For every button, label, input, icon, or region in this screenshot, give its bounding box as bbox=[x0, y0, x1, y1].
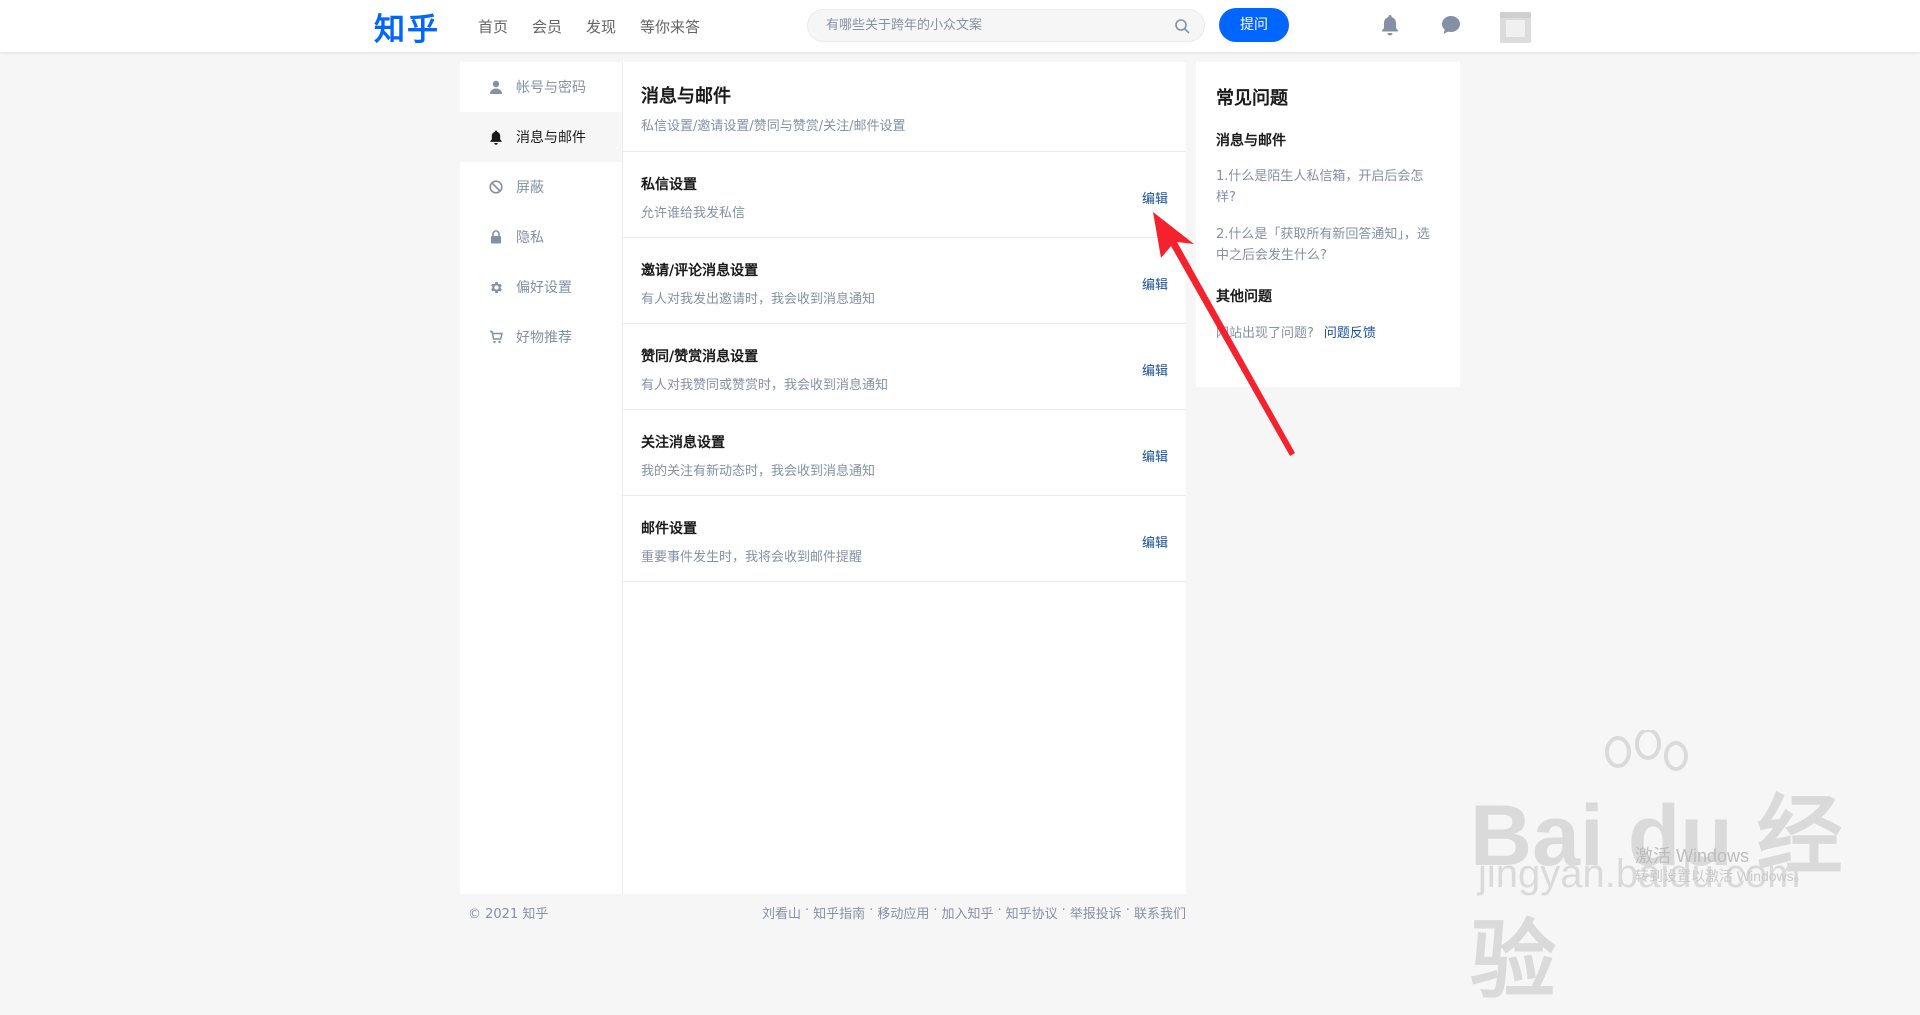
footer-link-agreement[interactable]: 知乎协议 bbox=[1006, 903, 1058, 922]
faq-other-text: 网站出现了问题? bbox=[1216, 326, 1314, 341]
faq-question-1[interactable]: 1.什么是陌生人私信箱，开启后会怎样? bbox=[1216, 166, 1440, 208]
page-subtitle: 私信设置/邀请设置/赞同与赞赏/关注/邮件设置 bbox=[641, 119, 906, 134]
footer-separator: · bbox=[1061, 903, 1066, 918]
avatar[interactable] bbox=[1500, 12, 1531, 43]
footer-links: 刘看山 · 知乎指南 · 移动应用 · 加入知乎 · 知乎协议 · 举报投诉 ·… bbox=[762, 903, 1186, 922]
footer-link-contact[interactable]: 联系我们 bbox=[1134, 903, 1186, 922]
main-nav: 首页 会员 发现 等你来答 bbox=[478, 16, 700, 37]
gear-icon bbox=[488, 279, 504, 295]
settings-main-panel: 消息与邮件 私信设置/邀请设置/赞同与赞赏/关注/邮件设置 私信设置 允许谁给我… bbox=[623, 62, 1186, 894]
activate-windows-hint: 转到设置以激活 Windows。 bbox=[1635, 868, 1808, 884]
nav-home[interactable]: 首页 bbox=[478, 16, 508, 37]
sidebar-item-label: 隐私 bbox=[516, 230, 544, 246]
sidebar-item-label: 偏好设置 bbox=[516, 280, 572, 296]
faq-other-line: 网站出现了问题? 问题反馈 bbox=[1216, 322, 1440, 341]
bell-icon[interactable] bbox=[1380, 14, 1400, 36]
footer-link-liukanshan[interactable]: 刘看山 bbox=[762, 903, 801, 922]
setting-row-invite-comment: 邀请/评论消息设置 有人对我发出邀请时，我会收到消息通知 编辑 bbox=[623, 238, 1186, 324]
user-icon bbox=[488, 79, 504, 95]
footer-link-mobile[interactable]: 移动应用 bbox=[877, 903, 929, 922]
edit-link[interactable]: 编辑 bbox=[1142, 446, 1168, 465]
settings-sidebar: 帐号与密码 消息与邮件 屏蔽 隐私 偏好设置 好物推荐 bbox=[460, 62, 623, 894]
footer-link-report[interactable]: 举报投诉 bbox=[1070, 903, 1122, 922]
setting-title: 邀请/评论消息设置 bbox=[641, 263, 759, 279]
setting-title: 私信设置 bbox=[641, 177, 697, 193]
setting-row-follow: 关注消息设置 我的关注有新动态时，我会收到消息通知 编辑 bbox=[623, 410, 1186, 496]
search-box[interactable] bbox=[807, 9, 1205, 42]
footer-link-guide[interactable]: 知乎指南 bbox=[813, 903, 865, 922]
nav-explore[interactable]: 发现 bbox=[586, 16, 616, 37]
sidebar-item-label: 消息与邮件 bbox=[516, 130, 586, 146]
sidebar-item-preferences[interactable]: 偏好设置 bbox=[460, 262, 622, 312]
setting-row-private-message: 私信设置 允许谁给我发私信 编辑 bbox=[623, 152, 1186, 238]
edit-link[interactable]: 编辑 bbox=[1142, 274, 1168, 293]
zhihu-logo[interactable]: 知乎 bbox=[374, 4, 440, 49]
nav-waiting[interactable]: 等你来答 bbox=[640, 16, 700, 37]
edit-link[interactable]: 编辑 bbox=[1142, 360, 1168, 379]
setting-description: 有人对我赞同或赞赏时，我会收到消息通知 bbox=[641, 378, 889, 393]
sidebar-item-block[interactable]: 屏蔽 bbox=[460, 162, 622, 212]
block-icon bbox=[488, 179, 504, 195]
sidebar-item-privacy[interactable]: 隐私 bbox=[460, 212, 622, 262]
faq-section-title: 消息与邮件 bbox=[1216, 133, 1286, 149]
faq-other-title: 其他问题 bbox=[1216, 289, 1272, 305]
footer-separator: · bbox=[869, 903, 874, 918]
faq-title: 常见问题 bbox=[1216, 88, 1288, 109]
sidebar-item-account[interactable]: 帐号与密码 bbox=[460, 62, 622, 112]
faq-card: 常见问题 消息与邮件 1.什么是陌生人私信箱，开启后会怎样? 2.什么是「获取所… bbox=[1196, 62, 1460, 387]
bell-icon bbox=[488, 129, 504, 145]
ask-question-button[interactable]: 提问 bbox=[1219, 8, 1289, 42]
page-title: 消息与邮件 bbox=[641, 86, 731, 107]
setting-description: 允许谁给我发私信 bbox=[641, 206, 746, 221]
setting-title: 关注消息设置 bbox=[641, 435, 725, 451]
edit-link[interactable]: 编辑 bbox=[1142, 532, 1168, 551]
footer-separator: · bbox=[1125, 903, 1130, 918]
footer-separator: · bbox=[933, 903, 938, 918]
nav-vip[interactable]: 会员 bbox=[532, 16, 562, 37]
sidebar-item-label: 帐号与密码 bbox=[516, 80, 586, 96]
setting-description: 有人对我发出邀请时，我会收到消息通知 bbox=[641, 292, 876, 307]
setting-row-upvote: 赞同/赞赏消息设置 有人对我赞同或赞赏时，我会收到消息通知 编辑 bbox=[623, 324, 1186, 410]
lock-icon bbox=[488, 229, 504, 245]
setting-row-email: 邮件设置 重要事件发生时，我将会收到邮件提醒 编辑 bbox=[623, 496, 1186, 582]
sidebar-item-notifications[interactable]: 消息与邮件 bbox=[460, 112, 622, 162]
panel-header: 消息与邮件 私信设置/邀请设置/赞同与赞赏/关注/邮件设置 bbox=[623, 62, 1186, 152]
sidebar-item-goods[interactable]: 好物推荐 bbox=[460, 312, 622, 362]
sidebar-item-label: 好物推荐 bbox=[516, 330, 572, 346]
watermark-brand: Bai du 经验 bbox=[1470, 788, 1843, 1009]
faq-question-2[interactable]: 2.什么是「获取所有新回答通知」，选中之后会发生什么? bbox=[1216, 224, 1440, 266]
setting-description: 重要事件发生时，我将会收到邮件提醒 bbox=[641, 550, 863, 565]
sidebar-item-label: 屏蔽 bbox=[516, 180, 544, 196]
setting-title: 赞同/赞赏消息设置 bbox=[641, 349, 759, 365]
avatar-placeholder-icon bbox=[1500, 12, 1531, 43]
footer-separator: · bbox=[997, 903, 1002, 918]
activate-windows-title: 激活 Windows bbox=[1635, 846, 1750, 866]
footer-copyright: © 2021 知乎 bbox=[468, 907, 549, 922]
cart-icon bbox=[488, 329, 504, 345]
feedback-link[interactable]: 问题反馈 bbox=[1324, 326, 1376, 341]
footer-link-join[interactable]: 加入知乎 bbox=[941, 903, 993, 922]
search-input[interactable] bbox=[824, 17, 1158, 34]
top-header: 知乎 首页 会员 发现 等你来答 提问 bbox=[0, 0, 1920, 52]
footer-separator: · bbox=[805, 903, 810, 918]
search-icon[interactable] bbox=[1174, 18, 1190, 34]
chat-icon[interactable] bbox=[1440, 14, 1462, 36]
setting-description: 我的关注有新动态时，我会收到消息通知 bbox=[641, 464, 876, 479]
edit-link[interactable]: 编辑 bbox=[1142, 188, 1168, 207]
setting-title: 邮件设置 bbox=[641, 521, 697, 537]
paw-icon bbox=[1605, 730, 1688, 771]
